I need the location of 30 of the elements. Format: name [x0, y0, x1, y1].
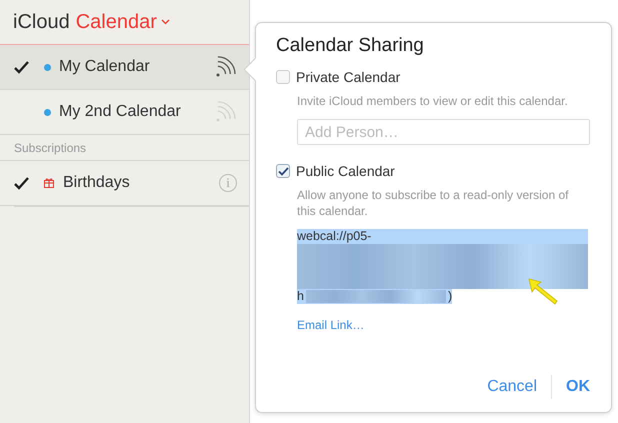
option-label: Private Calendar — [296, 69, 400, 85]
app-menu[interactable]: Calendar — [76, 10, 170, 34]
arrow-icon — [527, 277, 559, 305]
email-link[interactable]: Email Link… — [297, 318, 364, 332]
calendar-name: My 2nd Calendar — [59, 103, 182, 121]
url-text: h — [297, 289, 304, 304]
option-description: Invite iCloud members to view or edit this calendar. — [297, 93, 569, 109]
checkbox[interactable] — [276, 164, 290, 178]
brand-title: iCloud — [13, 10, 70, 34]
cancel-button[interactable]: Cancel — [473, 374, 551, 400]
subscription-item[interactable]: Birthdays i — [0, 161, 249, 206]
ok-button[interactable]: OK — [552, 374, 590, 400]
url-text: ) — [448, 289, 452, 304]
calendar-item[interactable]: My 2nd Calendar — [0, 90, 249, 135]
add-person-field[interactable]: Add Person… — [297, 119, 590, 145]
checkmark-icon[interactable] — [14, 60, 29, 74]
chevron-icon — [160, 19, 170, 25]
checkbox[interactable] — [276, 70, 290, 84]
broadcast-icon[interactable] — [215, 56, 237, 78]
checkmark-icon[interactable] — [14, 176, 29, 190]
popover-title: Calendar Sharing — [276, 35, 425, 57]
gift-icon — [44, 178, 54, 188]
calendar-name: My Calendar — [59, 58, 151, 76]
info-button[interactable]: i — [219, 174, 237, 192]
option-description: Allow anyone to subscribe to a read-only version of this calendar. — [297, 187, 570, 219]
calendar-name: Birthdays — [63, 174, 131, 192]
section-heading: Subscriptions — [0, 135, 249, 161]
url-text: webcal://p05- — [297, 229, 372, 244]
calendar-item[interactable]: My Calendar — [0, 45, 249, 90]
option-label: Public Calendar — [296, 163, 395, 179]
